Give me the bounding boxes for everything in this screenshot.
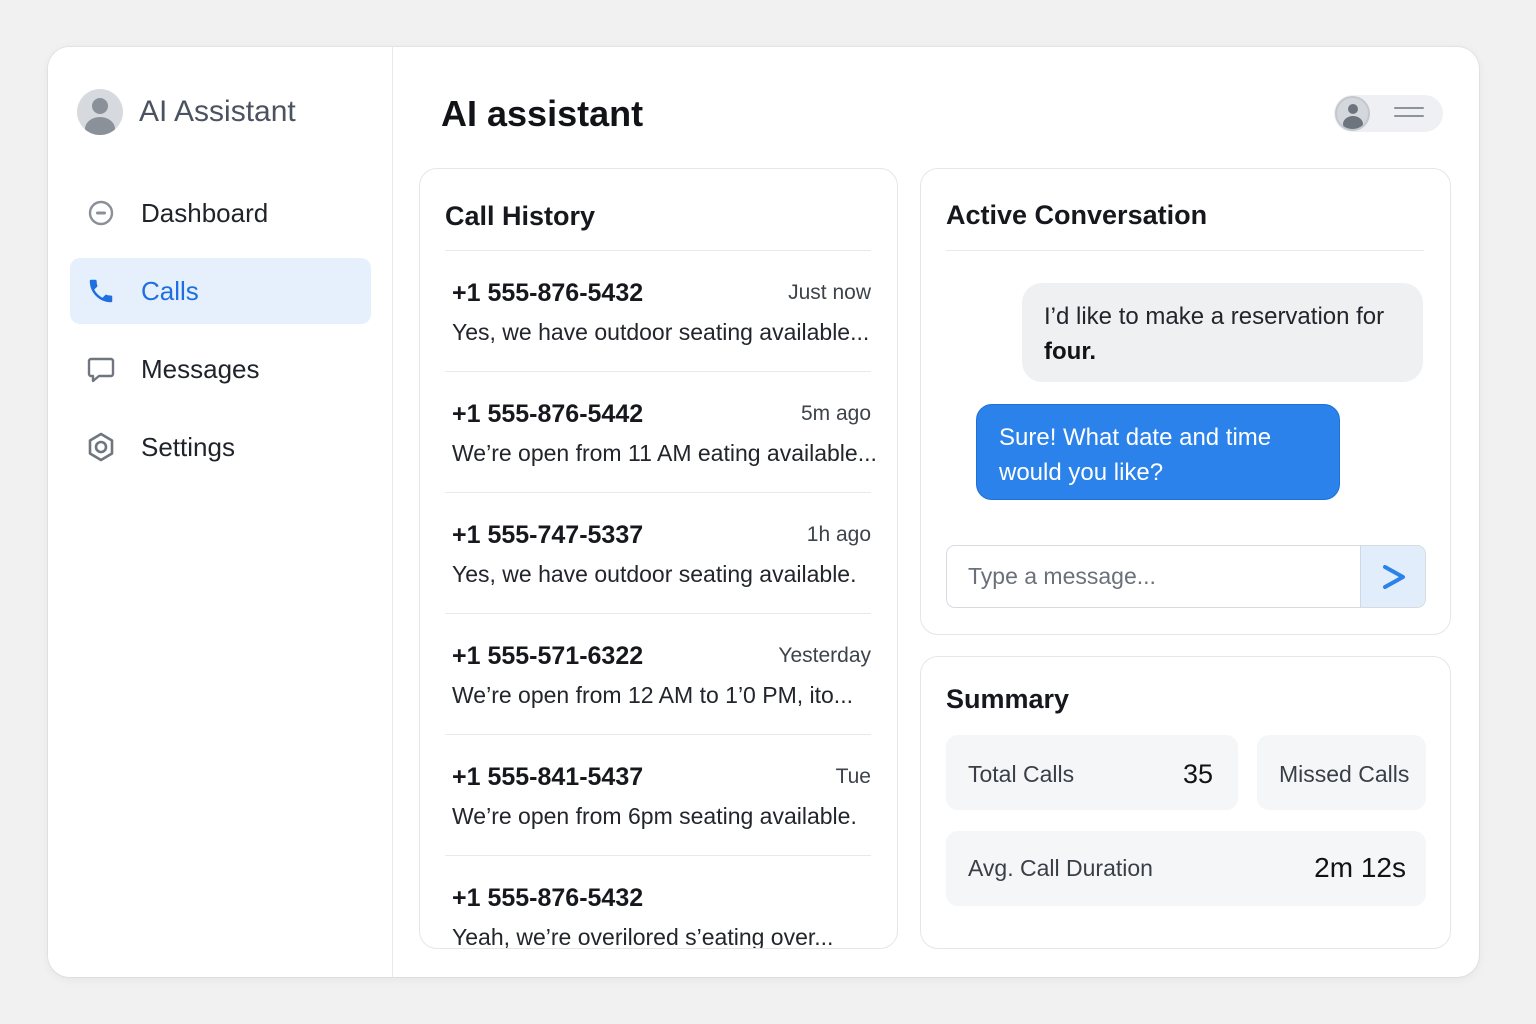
incoming-message-bold: four. (1044, 338, 1096, 365)
missed-calls-label: Missed Calls (1279, 761, 1410, 787)
active-conversation-panel: Active Conversation I’d like to make a r… (920, 168, 1451, 635)
divider (946, 250, 1424, 251)
app-window: AI Assistant Dashboard Calls Messages Se… (48, 47, 1479, 977)
message-composer (946, 545, 1426, 608)
total-calls-label: Total Calls (968, 761, 1075, 787)
outgoing-message-bubble: Sure! What date and time would you like? (976, 404, 1340, 500)
call-time: 1h ago (806, 523, 871, 546)
total-calls-value: 35 (1182, 759, 1213, 789)
sidebar-item-label: Calls (141, 275, 199, 306)
sidebar-item-calls[interactable]: Calls (70, 258, 371, 324)
call-row[interactable]: +1 555-841-5437 Tue We’re open from 6pm … (445, 735, 871, 856)
missed-calls-stat: Missed Calls (1257, 735, 1426, 810)
avg-call-duration-stat: Avg. Call Duration 2m 12s (946, 831, 1426, 906)
user-avatar-icon (77, 89, 123, 135)
avg-duration-label: Avg. Call Duration (968, 855, 1153, 881)
avatar-icon[interactable] (1335, 96, 1370, 131)
account-menu[interactable] (1334, 95, 1443, 132)
call-preview: Yes, we have outdoor seating available..… (452, 319, 870, 345)
incoming-message-text: I’d like to make a reservation for (1044, 303, 1385, 330)
call-time: Tue (835, 765, 871, 788)
call-history-title: Call History (445, 201, 596, 231)
call-time: Yesterday (778, 644, 871, 667)
sidebar-item-settings[interactable]: Settings (70, 414, 371, 480)
sidebar-item-label: Dashboard (141, 197, 269, 228)
brand-title: AI Assistant (139, 95, 296, 128)
brand: AI Assistant (77, 89, 296, 135)
conversation-title: Active Conversation (946, 200, 1208, 230)
call-row[interactable]: +1 555-571-6322 Yesterday We’re open fro… (445, 614, 871, 735)
send-arrow-icon (1383, 564, 1405, 589)
call-number: +1 555-876-5432 (452, 279, 644, 307)
call-preview: We’re open from 6pm seating available. (452, 803, 857, 829)
sidebar-nav: Dashboard Calls Messages Settings (70, 180, 371, 492)
call-preview: We’re open from 11 AM eating available..… (452, 440, 877, 466)
incoming-message-bubble: I’d like to make a reservation for four. (1022, 283, 1423, 382)
hamburger-menu-icon[interactable] (1394, 107, 1424, 121)
call-history-panel: Call History +1 555-876-5432 Just now Ye… (419, 168, 898, 949)
avg-duration-value: 2m 12s (1314, 852, 1406, 883)
call-number: +1 555-876-5432 (452, 884, 644, 912)
message-icon (86, 354, 116, 384)
call-list: +1 555-876-5432 Just now Yes, we have ou… (445, 251, 885, 948)
call-row[interactable]: +1 555-876-5432 Yeah, we’re overilored s… (445, 856, 871, 948)
sidebar-item-dashboard[interactable]: Dashboard (70, 180, 371, 246)
page-title: AI assistant (441, 93, 644, 134)
dashboard-icon (86, 198, 116, 228)
total-calls-stat: Total Calls 35 (946, 735, 1238, 810)
sidebar-item-messages[interactable]: Messages (70, 336, 371, 402)
phone-icon (86, 276, 116, 306)
summary-title: Summary (946, 684, 1070, 714)
call-number: +1 555-876-5442 (452, 400, 644, 428)
summary-panel: Summary Total Calls 35 Missed Calls Avg.… (920, 656, 1451, 949)
call-preview: Yeah, we’re overilored s’eating over... (452, 924, 834, 949)
call-number: +1 555-841-5437 (452, 763, 644, 791)
call-row[interactable]: +1 555-747-5337 1h ago Yes, we have outd… (445, 493, 871, 614)
call-time: Just now (788, 281, 871, 304)
sidebar: AI Assistant Dashboard Calls Messages Se… (48, 47, 393, 977)
call-row[interactable]: +1 555-876-5432 Just now Yes, we have ou… (445, 251, 871, 372)
call-preview: We’re open from 12 AM to 1’0 PM, ito... (452, 682, 853, 708)
gear-icon (86, 432, 116, 462)
sidebar-item-label: Settings (141, 431, 235, 462)
call-row[interactable]: +1 555-876-5442 5m ago We’re open from 1… (445, 372, 877, 493)
message-input[interactable] (947, 546, 1360, 607)
call-time: 5m ago (800, 402, 871, 425)
send-button[interactable] (1360, 546, 1425, 607)
call-preview: Yes, we have outdoor seating available. (452, 561, 857, 587)
call-number: +1 555-571-6322 (452, 642, 644, 670)
sidebar-item-label: Messages (141, 353, 260, 384)
call-number: +1 555-747-5337 (452, 521, 644, 549)
